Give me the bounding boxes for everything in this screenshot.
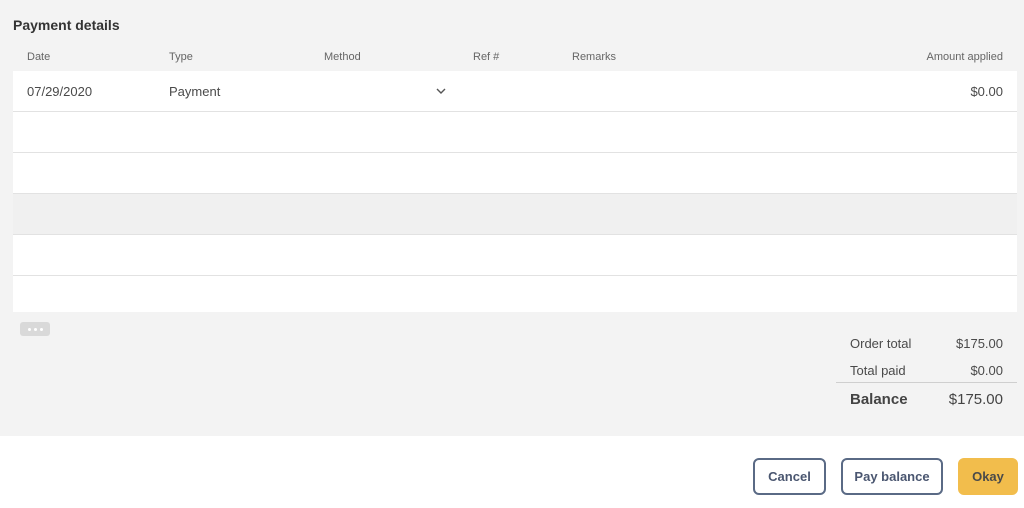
total-paid-value: $0.00: [970, 363, 1003, 378]
table-row-empty: [13, 194, 1017, 235]
row-amount[interactable]: $0.00: [970, 71, 1003, 112]
column-header-date: Date: [27, 51, 51, 63]
pay-balance-button[interactable]: Pay balance: [841, 458, 943, 495]
column-header-amount: Amount applied: [926, 51, 1003, 63]
row-type[interactable]: Payment: [169, 71, 220, 112]
column-header-method: Method: [324, 51, 361, 63]
payment-details-panel: Payment details Date Type Method Ref # R…: [0, 0, 1024, 436]
table-row-empty: [13, 235, 1017, 276]
column-header-ref: Ref #: [473, 51, 500, 63]
order-total-label: Order total: [850, 336, 912, 351]
payment-table: 07/29/2020 Payment $0.00: [13, 71, 1017, 312]
column-header-remarks: Remarks: [572, 51, 617, 63]
section-title: Payment details: [13, 17, 120, 33]
total-paid-label: Total paid: [850, 363, 906, 378]
cancel-button[interactable]: Cancel: [753, 458, 826, 495]
table-header: Date Type Method Ref # Remarks Amount ap…: [13, 51, 1017, 67]
balance-value: $175.00: [948, 391, 1003, 408]
chevron-down-icon[interactable]: [435, 86, 447, 96]
more-horizontal-icon[interactable]: [20, 322, 50, 336]
order-total-value: $175.00: [956, 336, 1003, 351]
summary-divider: [836, 382, 1017, 383]
column-header-type: Type: [169, 51, 193, 63]
balance-label: Balance: [850, 391, 908, 408]
okay-button[interactable]: Okay: [958, 458, 1018, 495]
table-row-empty: [13, 153, 1017, 194]
table-row-empty: [13, 276, 1017, 312]
row-date[interactable]: 07/29/2020: [27, 71, 92, 112]
table-row-empty: [13, 112, 1017, 153]
table-row: 07/29/2020 Payment $0.00: [13, 71, 1017, 112]
